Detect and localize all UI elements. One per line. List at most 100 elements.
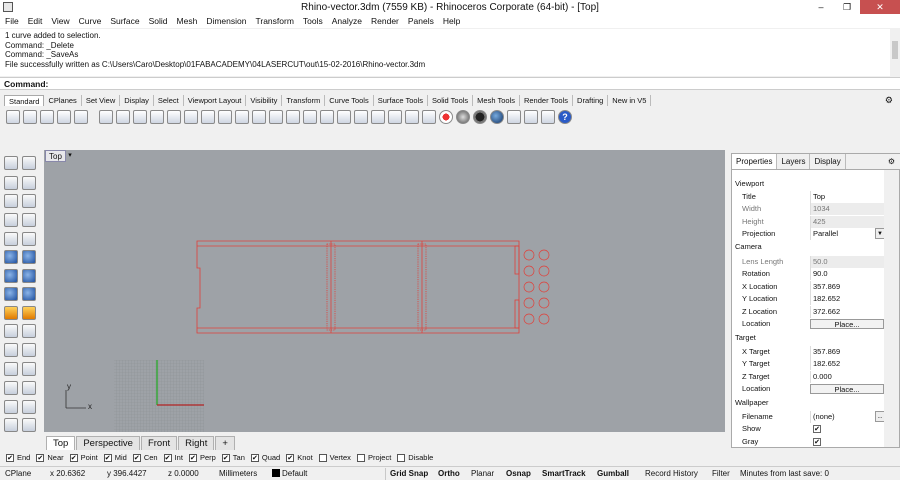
zoom-selected-icon[interactable] <box>235 109 249 124</box>
menu-panels[interactable]: Panels <box>408 14 434 28</box>
help-icon[interactable]: ? <box>558 109 572 124</box>
checkbox[interactable] <box>318 453 327 462</box>
scroll-thumb[interactable] <box>892 41 898 59</box>
menu-solid[interactable]: Solid <box>149 14 168 28</box>
panel-scrollbar[interactable] <box>884 170 899 447</box>
checkbox[interactable]: ✔ <box>163 453 172 462</box>
tab-display[interactable]: Display <box>120 95 154 106</box>
show-checkbox[interactable]: ✔ <box>813 425 821 433</box>
print-icon[interactable] <box>57 109 71 124</box>
pan-hand-icon[interactable] <box>133 109 147 124</box>
grid-layout-icon[interactable] <box>286 109 300 124</box>
checkbox[interactable]: ✔ <box>132 453 141 462</box>
checkbox[interactable] <box>356 453 365 462</box>
rotation-field[interactable]: 90.0 <box>810 268 885 280</box>
maximize-button[interactable]: ❐ <box>834 0 860 14</box>
menu-dimension[interactable]: Dimension <box>206 14 246 28</box>
texture-icon[interactable] <box>524 109 538 124</box>
zoom-icon[interactable] <box>184 109 198 124</box>
explode-icon[interactable] <box>22 306 36 320</box>
sphere-icon[interactable] <box>22 269 36 283</box>
command-line[interactable]: Command: <box>0 77 900 90</box>
tab-transform[interactable]: Transform <box>282 95 326 106</box>
menu-surface[interactable]: Surface <box>110 14 139 28</box>
render-icon[interactable] <box>490 109 504 124</box>
tab-new-in-v5[interactable]: New in V5 <box>608 95 652 106</box>
place-camera-button[interactable]: Place... <box>810 319 884 329</box>
select-icon[interactable] <box>303 109 317 124</box>
smarttrack-toggle[interactable]: SmartTrack <box>542 467 586 480</box>
projection-select[interactable]: Parallel <box>810 228 885 240</box>
record-history-toggle[interactable]: Record History <box>645 467 698 480</box>
move-icon[interactable] <box>4 400 18 414</box>
menu-file[interactable]: File <box>5 14 19 28</box>
checkbox[interactable]: ✔ <box>221 453 230 462</box>
close-button[interactable]: ✕ <box>860 0 900 14</box>
ortho-toggle[interactable]: Ortho <box>438 467 460 480</box>
rendered-sphere-icon[interactable] <box>473 109 487 124</box>
tab-viewport-layout[interactable]: Viewport Layout <box>184 95 247 106</box>
tab-drafting[interactable]: Drafting <box>573 95 609 106</box>
osnap-vertex[interactable]: Vertex <box>318 453 351 462</box>
gear-circles[interactable] <box>523 249 550 325</box>
chevron-down-icon[interactable]: ▾ <box>66 150 74 162</box>
array-icon[interactable] <box>22 400 36 414</box>
osnap-mid[interactable]: ✔ Mid <box>103 453 127 462</box>
menu-render[interactable]: Render <box>371 14 399 28</box>
tab-cplanes[interactable]: CPlanes <box>44 95 82 106</box>
x-target-field[interactable]: 357.869 <box>810 346 885 358</box>
panel-gear-icon[interactable]: ⚙ <box>884 154 899 169</box>
osnap-cen[interactable]: ✔ Cen <box>132 453 158 462</box>
minimize-button[interactable]: – <box>808 0 834 14</box>
checkbox[interactable]: ✔ <box>188 453 197 462</box>
paste-icon[interactable] <box>116 109 130 124</box>
show-icon[interactable] <box>337 109 351 124</box>
menu-analyze[interactable]: Analyze <box>332 14 362 28</box>
tab-surface-tools[interactable]: Surface Tools <box>374 95 429 106</box>
title-field[interactable]: Top <box>810 191 885 203</box>
menu-help[interactable]: Help <box>443 14 460 28</box>
rectangle-icon[interactable] <box>22 213 36 227</box>
extrude-icon[interactable] <box>22 287 36 301</box>
menu-transform[interactable]: Transform <box>255 14 293 28</box>
zoom-extents-icon[interactable] <box>218 109 232 124</box>
menu-curve[interactable]: Curve <box>79 14 102 28</box>
osnap-project[interactable]: Project <box>356 453 391 462</box>
tab-solid-tools[interactable]: Solid Tools <box>428 95 474 106</box>
loft-icon[interactable] <box>22 250 36 264</box>
menu-mesh[interactable]: Mesh <box>177 14 198 28</box>
cplane-status[interactable]: CPlane <box>5 467 31 480</box>
save-icon[interactable] <box>40 109 54 124</box>
tab-display-panel[interactable]: Display <box>810 154 846 169</box>
tab-visibility[interactable]: Visibility <box>246 95 283 106</box>
osnap-int[interactable]: ✔ Int <box>163 453 183 462</box>
menu-edit[interactable]: Edit <box>28 14 43 28</box>
padlock-icon[interactable] <box>405 109 419 124</box>
tab-curve-tools[interactable]: Curve Tools <box>325 95 374 106</box>
cylinder-icon[interactable] <box>4 287 18 301</box>
checkbox[interactable] <box>397 453 406 462</box>
tab-standard[interactable]: Standard <box>4 95 45 106</box>
checkbox[interactable]: ✔ <box>6 453 14 462</box>
tab-properties[interactable]: Properties <box>732 154 778 169</box>
filter-toggle[interactable]: Filter <box>712 467 730 480</box>
arc-icon[interactable] <box>22 194 36 208</box>
lock-icon[interactable] <box>354 109 368 124</box>
menu-view[interactable]: View <box>51 14 69 28</box>
copy-icon[interactable] <box>99 109 113 124</box>
tab-mesh-tools[interactable]: Mesh Tools <box>473 95 520 106</box>
checkbox[interactable]: ✔ <box>69 453 78 462</box>
add-viewport-icon[interactable]: + <box>215 436 235 450</box>
x-location-field[interactable]: 357.869 <box>810 281 885 293</box>
osnap-toggle[interactable]: Osnap <box>506 467 531 480</box>
checkbox[interactable]: ✔ <box>286 453 295 462</box>
place-target-button[interactable]: Place... <box>810 384 884 394</box>
hide-icon[interactable] <box>320 109 334 124</box>
tab-select[interactable]: Select <box>154 95 184 106</box>
z-location-field[interactable]: 372.662 <box>810 306 885 318</box>
zoom-window-icon[interactable] <box>201 109 215 124</box>
checkbox[interactable]: ✔ <box>36 453 45 462</box>
analyze-icon[interactable] <box>541 109 555 124</box>
new-file-icon[interactable] <box>6 109 20 124</box>
select-arrow-icon[interactable] <box>4 156 18 170</box>
